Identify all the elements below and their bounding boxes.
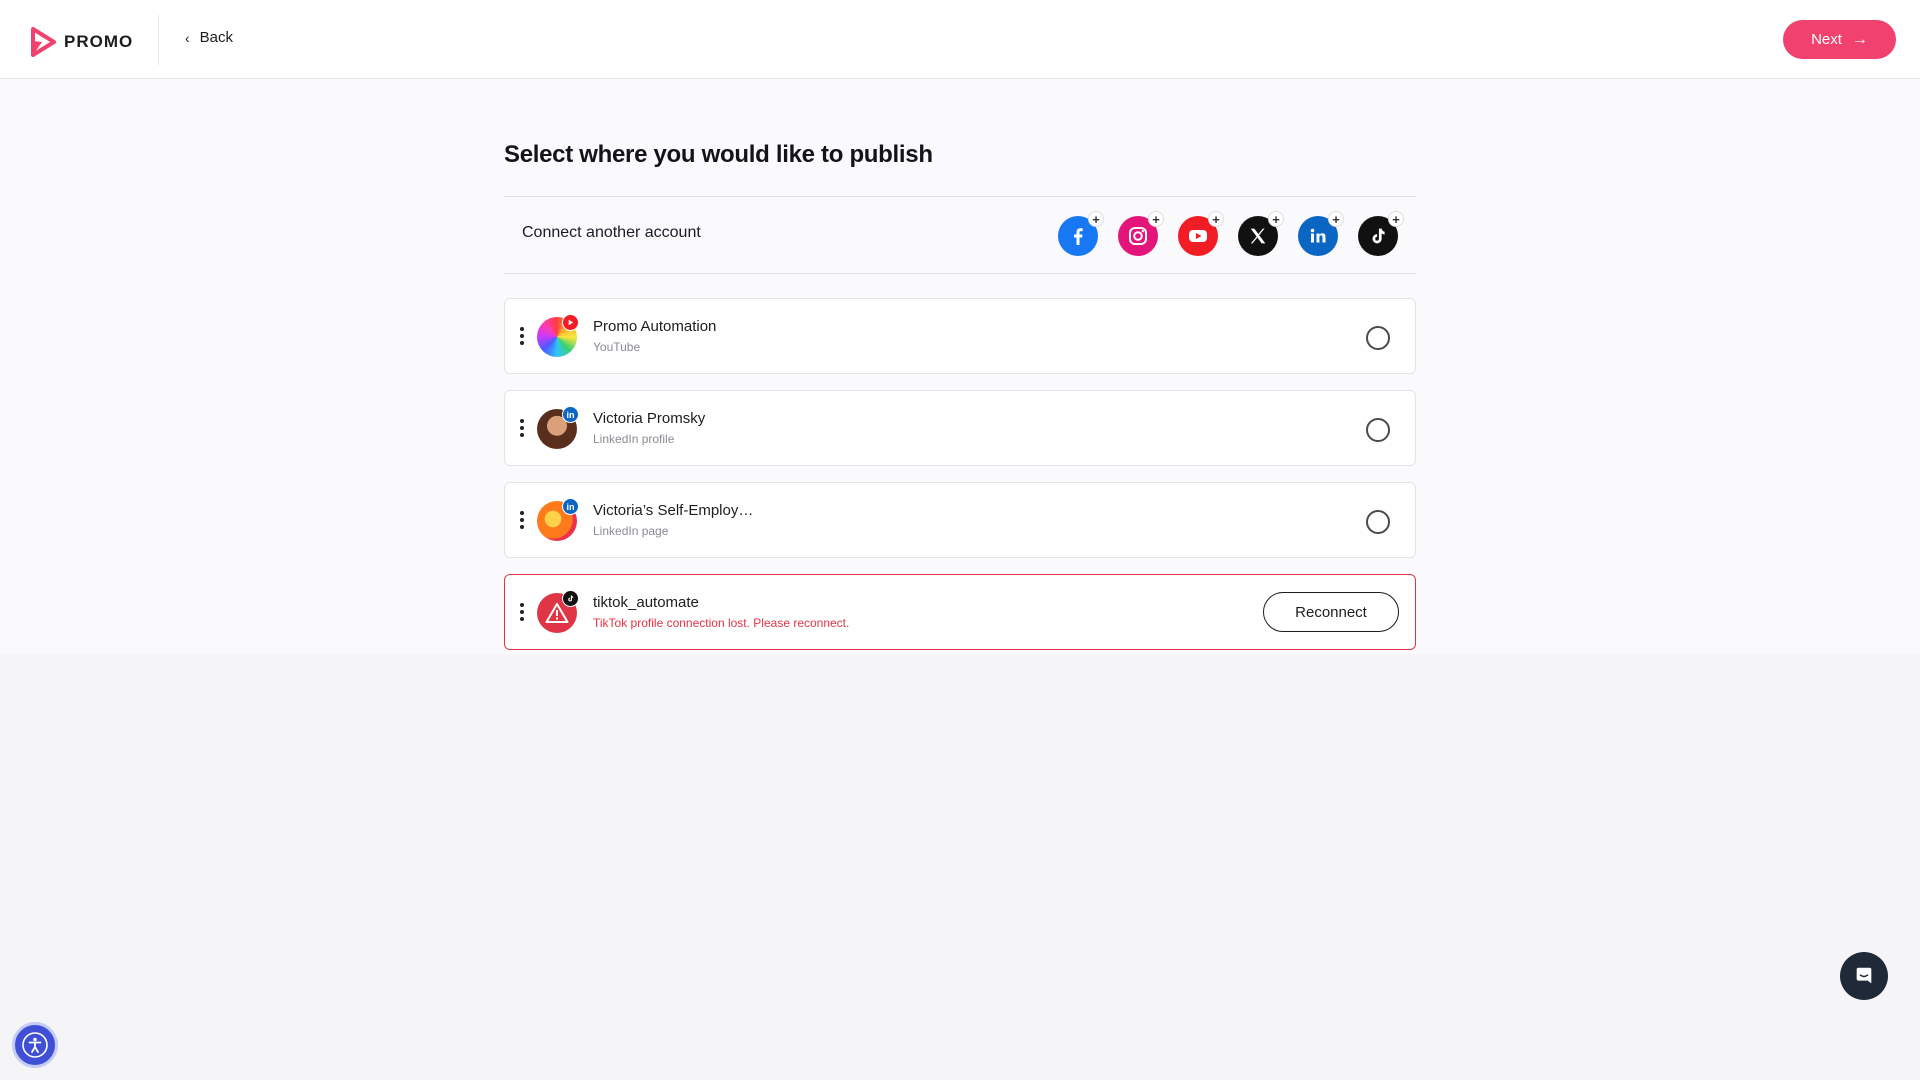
x-logo-icon	[1250, 228, 1266, 244]
connect-x-button[interactable]: +	[1238, 211, 1284, 256]
connect-facebook-button[interactable]: +	[1058, 211, 1104, 256]
arrow-right-icon: →	[1851, 30, 1868, 48]
instagram-icon	[1129, 227, 1147, 245]
more-options-icon[interactable]	[520, 603, 526, 623]
tiktok-icon	[1372, 228, 1385, 244]
connect-instagram-button[interactable]: +	[1118, 211, 1164, 256]
account-name: tiktok_automate	[593, 594, 699, 611]
top-bar: PROMO ‹ Back Next →	[0, 0, 1920, 79]
accessibility-person-icon	[22, 1032, 48, 1058]
header-divider	[158, 15, 159, 65]
back-label: Back	[199, 29, 234, 46]
next-button[interactable]: Next →	[1783, 20, 1896, 59]
linkedin-icon	[1310, 228, 1326, 243]
connect-youtube-button[interactable]: +	[1178, 211, 1224, 256]
account-name: Victoria Promsky	[593, 410, 706, 427]
next-label: Next	[1811, 31, 1842, 48]
linkedin-badge-icon: in	[562, 498, 579, 515]
linkedin-badge-icon: in	[562, 406, 579, 423]
connect-account-row: Connect another account + + + + + +	[504, 196, 1416, 274]
account-card[interactable]: in Victoria’s Self-Employ… LinkedIn page	[504, 482, 1416, 558]
account-name: Victoria’s Self-Employ…	[593, 502, 754, 519]
back-button[interactable]: ‹ Back	[185, 29, 233, 46]
page-title: Select where you would like to publish	[504, 141, 933, 168]
accessibility-button[interactable]	[12, 1022, 58, 1068]
plus-icon: +	[1388, 211, 1404, 227]
account-card[interactable]: Promo Automation YouTube	[504, 298, 1416, 374]
promo-logo-icon	[31, 27, 56, 57]
account-type: LinkedIn profile	[593, 432, 675, 446]
account-card-error[interactable]: tiktok_automate TikTok profile connectio…	[504, 574, 1416, 650]
youtube-badge-icon	[562, 314, 579, 331]
facebook-icon	[1074, 228, 1083, 245]
chat-launcher-button[interactable]	[1840, 952, 1888, 1000]
account-select-radio[interactable]	[1366, 418, 1390, 442]
plus-icon: +	[1268, 211, 1284, 227]
more-options-icon[interactable]	[520, 419, 526, 439]
connect-tiktok-button[interactable]: +	[1358, 211, 1404, 256]
account-name: Promo Automation	[593, 318, 717, 335]
plus-icon: +	[1088, 211, 1104, 227]
chat-bubble-icon	[1856, 967, 1872, 984]
account-type: YouTube	[593, 340, 641, 354]
tiktok-badge-icon	[562, 590, 579, 607]
account-select-radio[interactable]	[1366, 326, 1390, 350]
plus-icon: +	[1328, 211, 1344, 227]
connect-network-icons: + + + + + +	[1058, 211, 1404, 256]
chevron-left-icon: ‹	[185, 29, 190, 46]
connect-linkedin-button[interactable]: +	[1298, 211, 1344, 256]
account-type: LinkedIn page	[593, 524, 669, 538]
account-card[interactable]: in Victoria Promsky LinkedIn profile	[504, 390, 1416, 466]
plus-icon: +	[1148, 211, 1164, 227]
account-select-radio[interactable]	[1366, 510, 1390, 534]
logo-text: PROMO	[64, 32, 134, 51]
promo-logo[interactable]: PROMO	[30, 27, 133, 57]
youtube-icon	[1189, 230, 1207, 242]
reconnect-button[interactable]: Reconnect	[1263, 592, 1399, 632]
more-options-icon[interactable]	[520, 327, 526, 347]
connect-account-label: Connect another account	[522, 224, 701, 241]
connection-error-message: TikTok profile connection lost. Please r…	[593, 616, 850, 630]
plus-icon: +	[1208, 211, 1224, 227]
more-options-icon[interactable]	[520, 511, 526, 531]
